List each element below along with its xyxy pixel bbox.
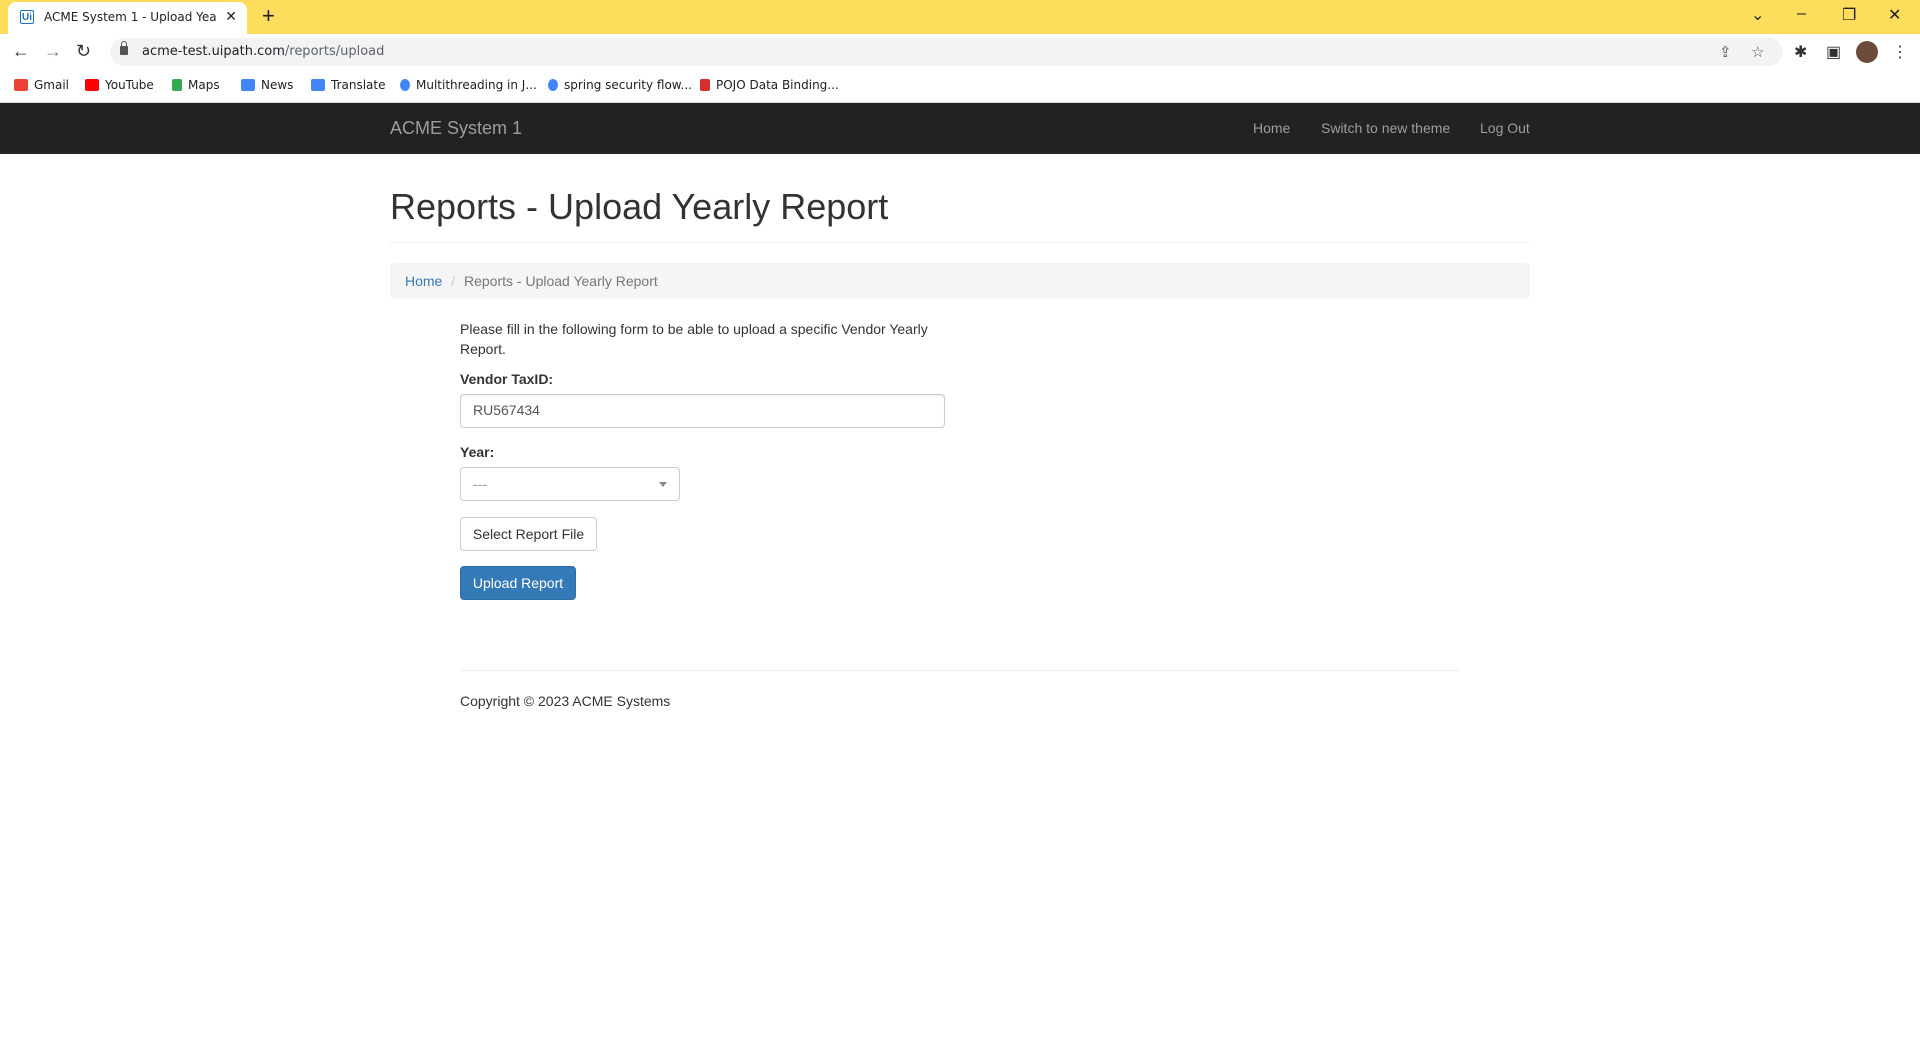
vendor-taxid-input[interactable]: RU567434 bbox=[460, 394, 945, 428]
page-title: Reports - Upload Yearly Report bbox=[390, 186, 889, 227]
year-select-value: --- bbox=[473, 476, 487, 492]
tab-title: ACME System 1 - Upload Yearly Report bbox=[44, 10, 216, 24]
breadcrumb-current: Reports - Upload Yearly Report bbox=[464, 273, 658, 289]
google-icon bbox=[548, 79, 558, 91]
tab-close-icon[interactable]: ✕ bbox=[225, 8, 237, 25]
translate-icon bbox=[311, 79, 325, 91]
footer-copyright: Copyright © 2023 ACME Systems bbox=[460, 693, 671, 709]
bookmark-news[interactable]: News bbox=[241, 78, 293, 92]
title-divider bbox=[390, 242, 1530, 243]
reload-icon[interactable]: ↻ bbox=[76, 41, 91, 61]
bookmark-youtube[interactable]: YouTube bbox=[85, 78, 154, 92]
back-arrow-icon[interactable]: ← bbox=[12, 41, 30, 61]
bookmark-translate[interactable]: Translate bbox=[311, 78, 386, 92]
extensions-puzzle-icon[interactable]: ✱ bbox=[1794, 42, 1807, 62]
youtube-icon bbox=[85, 79, 99, 91]
form-instructions: Please fill in the following form to be … bbox=[460, 321, 928, 357]
year-select[interactable]: --- bbox=[460, 467, 680, 501]
address-bar[interactable]: acme-test.uipath.com/reports/upload ⇪ ☆ bbox=[110, 38, 1783, 66]
bookmarks-bar: Gmail YouTube Maps News Translate Multit… bbox=[0, 70, 1920, 103]
select-report-file-button[interactable]: Select Report File bbox=[460, 517, 597, 551]
tab-search-chevron-icon[interactable]: ⌄ bbox=[1751, 5, 1764, 25]
year-label: Year: bbox=[460, 444, 495, 460]
url-text: acme-test.uipath.com/reports/upload bbox=[142, 44, 385, 59]
maps-icon bbox=[172, 79, 182, 91]
nav-switch-theme-link[interactable]: Switch to new theme bbox=[1321, 120, 1450, 136]
nav-home-link[interactable]: Home bbox=[1253, 120, 1290, 136]
bookmark-pojo[interactable]: POJO Data Binding... bbox=[700, 78, 839, 92]
browser-tab-strip: Ui ACME System 1 - Upload Yearly Report … bbox=[0, 0, 1920, 34]
browser-menu-icon[interactable]: ⋮ bbox=[1892, 42, 1908, 62]
lock-icon bbox=[120, 41, 128, 55]
bookmark-maps[interactable]: Maps bbox=[172, 78, 220, 92]
pojo-icon bbox=[700, 79, 710, 91]
forward-arrow-icon[interactable]: → bbox=[44, 41, 62, 61]
breadcrumb-separator: / bbox=[451, 273, 455, 289]
vendor-taxid-label: Vendor TaxID: bbox=[460, 371, 554, 387]
bookmark-star-icon[interactable]: ☆ bbox=[1751, 43, 1764, 61]
footer-divider bbox=[460, 670, 1460, 671]
minimize-icon[interactable]: – bbox=[1797, 5, 1806, 23]
browser-toolbar: ← → ↻ acme-test.uipath.com/reports/uploa… bbox=[0, 34, 1920, 70]
uipath-favicon-icon: Ui bbox=[20, 10, 34, 24]
dropdown-caret-icon bbox=[659, 482, 667, 487]
restore-icon[interactable]: ❐ bbox=[1842, 5, 1856, 25]
nav-logout-link[interactable]: Log Out bbox=[1480, 120, 1530, 136]
share-icon[interactable]: ⇪ bbox=[1719, 43, 1732, 61]
brand-link[interactable]: ACME System 1 bbox=[390, 118, 522, 139]
profile-avatar[interactable] bbox=[1856, 41, 1878, 63]
g-icon bbox=[400, 79, 410, 91]
upload-report-button[interactable]: Upload Report bbox=[460, 566, 576, 600]
breadcrumb-home-link[interactable]: Home bbox=[405, 273, 442, 289]
bookmark-gmail[interactable]: Gmail bbox=[14, 78, 69, 92]
bookmark-spring-security[interactable]: spring security flow... bbox=[548, 78, 692, 92]
new-tab-icon[interactable]: + bbox=[262, 4, 275, 28]
news-icon bbox=[241, 79, 255, 91]
breadcrumb: Home / Reports - Upload Yearly Report bbox=[390, 263, 1530, 299]
site-navbar: ACME System 1 Home Switch to new theme L… bbox=[0, 103, 1920, 154]
browser-tab[interactable]: Ui ACME System 1 - Upload Yearly Report … bbox=[8, 2, 247, 34]
gmail-icon bbox=[14, 79, 28, 91]
side-panel-icon[interactable]: ▣ bbox=[1826, 42, 1841, 62]
close-window-icon[interactable]: ✕ bbox=[1888, 5, 1901, 25]
bookmark-multithreading[interactable]: Multithreading in J... bbox=[400, 78, 537, 92]
